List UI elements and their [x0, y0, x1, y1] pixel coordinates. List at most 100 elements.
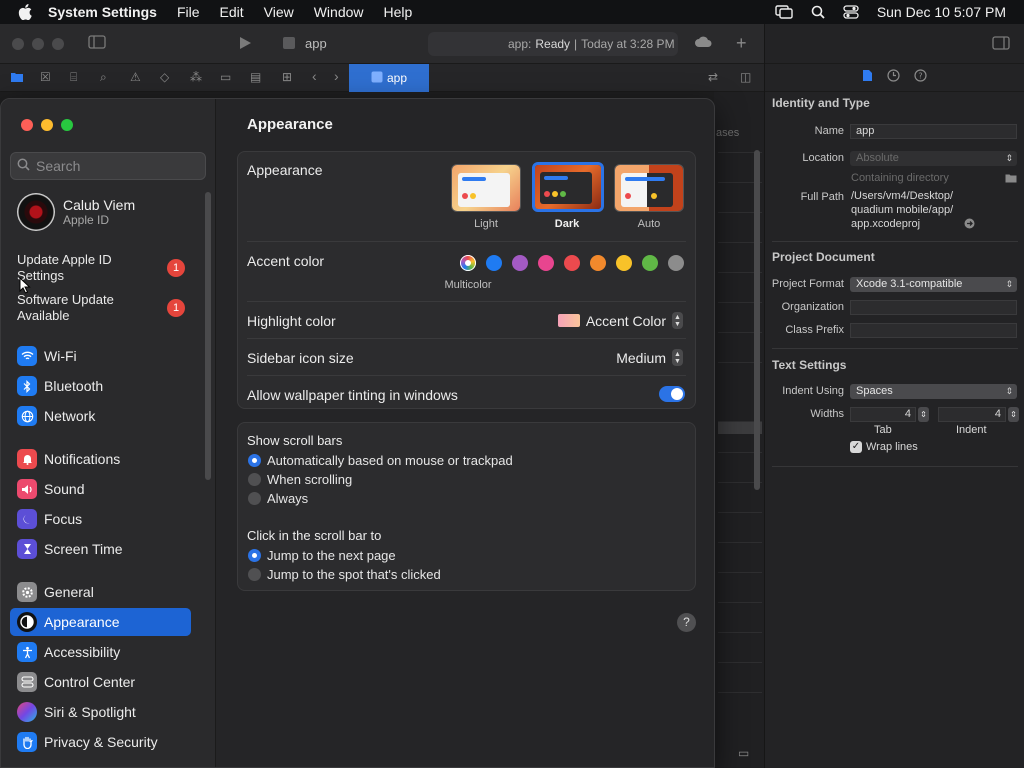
sidebar-scrollbar[interactable] — [205, 192, 211, 480]
editor-tab-app[interactable]: app — [349, 64, 429, 92]
name-field[interactable]: app — [850, 124, 1017, 139]
breakpoint-navigator-icon[interactable]: ▭ — [220, 70, 231, 84]
window-minimize-button[interactable] — [41, 119, 53, 131]
wallpaper-tinting-toggle[interactable] — [659, 386, 685, 402]
jump-next-page-radio[interactable] — [248, 549, 261, 562]
issue-navigator-icon[interactable]: ⚠ — [130, 70, 141, 84]
appearance-light-thumbnail[interactable] — [451, 164, 521, 212]
class-prefix-field[interactable] — [850, 323, 1017, 338]
sidebar-item-control-center[interactable]: Control Center — [10, 668, 191, 696]
accent-green-swatch[interactable] — [642, 255, 658, 271]
jump-spot-clicked-radio[interactable] — [248, 568, 261, 581]
scroll-when-scrolling-label[interactable]: When scrolling — [267, 472, 352, 487]
split-editor-icon[interactable]: ◫ — [740, 70, 751, 84]
debug-navigator-icon[interactable]: ⁂ — [190, 70, 202, 84]
menubar-clock[interactable]: Sun Dec 10 5:07 PM — [877, 4, 1006, 20]
sidebar-item-siri-spotlight[interactable]: Siri & Spotlight — [10, 698, 191, 726]
run-icon[interactable] — [238, 36, 252, 53]
indent-width-field[interactable]: 4 — [938, 407, 1006, 422]
help-inspector-icon[interactable]: ? — [914, 68, 927, 87]
menu-edit[interactable]: Edit — [220, 4, 244, 20]
spotlight-search-icon[interactable] — [811, 5, 825, 19]
file-inspector-icon[interactable] — [862, 69, 873, 87]
sidebar-search-field[interactable]: Search — [10, 152, 206, 180]
accent-red-swatch[interactable] — [564, 255, 580, 271]
wrap-lines-checkbox[interactable]: ✓ — [850, 441, 862, 453]
report-navigator-icon[interactable]: ▤ — [250, 70, 261, 84]
appearance-dark-thumbnail[interactable] — [532, 162, 604, 212]
sidebar-item-bluetooth[interactable]: Bluetooth — [10, 372, 191, 400]
inspector-toggle-icon[interactable] — [992, 36, 1010, 55]
indent-width-stepper[interactable]: ⇕ — [1008, 407, 1019, 422]
jump-next-page-label[interactable]: Jump to the next page — [267, 548, 396, 563]
screen-mirroring-icon[interactable] — [775, 5, 793, 19]
menu-help[interactable]: Help — [384, 4, 413, 20]
test-navigator-icon[interactable]: ◇ — [160, 70, 169, 84]
xcode-zoom-dot[interactable] — [52, 38, 64, 50]
sidebar-item-screen-time[interactable]: Screen Time — [10, 535, 191, 563]
sidebar-item-sound[interactable]: Sound — [10, 475, 191, 503]
forward-icon[interactable]: › — [334, 68, 339, 84]
sidebar-item-network[interactable]: Network — [10, 402, 191, 430]
sidebar-icon-size-popup[interactable]: Medium ▲ ▼ — [616, 349, 683, 366]
software-update-notice[interactable]: Software Update Available — [17, 292, 147, 324]
sidebar-toggle-icon[interactable] — [88, 35, 106, 52]
apple-menu-icon[interactable] — [18, 4, 34, 20]
menu-view[interactable]: View — [264, 4, 294, 20]
xcode-minimize-dot[interactable] — [32, 38, 44, 50]
indent-using-popup[interactable]: Spaces ⇕ — [850, 384, 1017, 399]
symbol-navigator-icon[interactable]: ⌸ — [70, 70, 77, 85]
window-zoom-button[interactable] — [61, 119, 73, 131]
xcode-close-dot[interactable] — [12, 38, 24, 50]
location-popup[interactable]: Absolute ⇕ — [850, 151, 1017, 166]
scroll-when-scrolling-radio[interactable] — [248, 473, 261, 486]
find-navigator-icon[interactable]: ⌕ — [100, 70, 107, 85]
highlight-color-popup[interactable]: Accent Color ▲ ▼ — [557, 312, 683, 329]
avatar[interactable] — [17, 193, 55, 231]
console-toggle-icon[interactable]: ▭ — [738, 746, 749, 760]
grid-icon[interactable]: ⊞ — [282, 70, 292, 84]
accent-pink-swatch[interactable] — [538, 255, 554, 271]
folder-icon[interactable] — [10, 71, 24, 86]
accent-blue-swatch[interactable] — [486, 255, 502, 271]
sidebar-item-focus[interactable]: Focus — [10, 505, 191, 533]
sidebar-item-appearance[interactable]: Appearance — [10, 608, 191, 636]
reveal-in-finder-icon[interactable] — [964, 218, 975, 232]
scroll-auto-label[interactable]: Automatically based on mouse or trackpad — [267, 453, 513, 468]
tab-width-stepper[interactable]: ⇕ — [918, 407, 929, 422]
cloud-icon[interactable] — [694, 35, 712, 52]
sidebar-item-privacy-security[interactable]: Privacy & Security — [10, 728, 191, 756]
window-close-button[interactable] — [21, 119, 33, 131]
editor-scrollbar[interactable] — [754, 150, 760, 490]
scroll-always-radio[interactable] — [248, 492, 261, 505]
apple-id-name[interactable]: Calub Viem — [63, 197, 135, 213]
menu-app-name[interactable]: System Settings — [48, 4, 157, 20]
back-icon[interactable]: ‹ — [312, 68, 317, 84]
accent-yellow-swatch[interactable] — [616, 255, 632, 271]
project-format-popup[interactable]: Xcode 3.1-compatible ⇕ — [850, 277, 1017, 292]
menu-file[interactable]: File — [177, 4, 200, 20]
sidebar-item-general[interactable]: General — [10, 578, 191, 606]
accent-graphite-swatch[interactable] — [668, 255, 684, 271]
tab-width-field[interactable]: 4 — [850, 407, 916, 422]
sidebar-item-notifications[interactable]: Notifications — [10, 445, 191, 473]
control-center-icon[interactable] — [843, 5, 859, 19]
history-inspector-icon[interactable] — [887, 68, 900, 87]
help-button[interactable]: ? — [677, 613, 696, 632]
sidebar-item-accessibility[interactable]: Accessibility — [10, 638, 191, 666]
menu-window[interactable]: Window — [314, 4, 364, 20]
appearance-auto-thumbnail[interactable] — [614, 164, 684, 212]
update-apple-id-notice[interactable]: Update Apple ID Settings — [17, 252, 147, 284]
accent-purple-swatch[interactable] — [512, 255, 528, 271]
swap-icon[interactable]: ⇄ — [708, 70, 718, 84]
add-icon[interactable]: + — [736, 33, 747, 54]
accent-multicolor-swatch[interactable] — [460, 255, 476, 271]
source-control-icon[interactable]: ☒ — [40, 70, 51, 84]
sidebar-item-wifi[interactable]: Wi-Fi — [10, 342, 191, 370]
folder-browse-icon[interactable] — [1005, 172, 1017, 186]
accent-orange-swatch[interactable] — [590, 255, 606, 271]
scroll-always-label[interactable]: Always — [267, 491, 308, 506]
organization-field[interactable] — [850, 300, 1017, 315]
scroll-auto-radio[interactable] — [248, 454, 261, 467]
jump-spot-clicked-label[interactable]: Jump to the spot that's clicked — [267, 567, 441, 582]
